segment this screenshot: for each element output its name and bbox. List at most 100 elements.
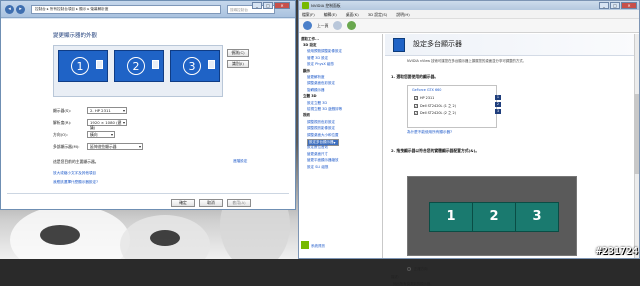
- cancel-button[interactable]: 取消: [199, 199, 223, 207]
- description-label: 描述:: [391, 275, 399, 279]
- tree-item[interactable]: 調整視訊色彩設定: [307, 120, 335, 125]
- checkbox[interactable]: ✓: [414, 96, 418, 100]
- tree-item[interactable]: 設定立體 3D: [307, 101, 327, 106]
- tree-item[interactable]: 變更桌面尺寸: [307, 152, 328, 157]
- wallpaper-shape: [150, 230, 180, 246]
- nvidia-logo-icon: [302, 2, 309, 9]
- tree-item[interactable]: 設定數位音效: [307, 145, 328, 150]
- tree-item[interactable]: 旋轉顯示器: [307, 88, 325, 93]
- text-size-link[interactable]: 放大或縮小文字及其他項目: [53, 171, 96, 176]
- monitor-number: 2: [127, 57, 145, 75]
- display-arrangement-area[interactable]: 1 2 3: [407, 176, 577, 256]
- display-label: 顯示器(S):: [53, 107, 72, 113]
- tree-item[interactable]: 變更解析度: [307, 75, 325, 80]
- window-controls: _ □ ✕: [599, 2, 637, 9]
- resolution-select[interactable]: 1920 × 1080 (建議): [87, 119, 127, 130]
- screen-resolution-window: ◂ ▸ 控制台 ▸ 所有控制台項目 ▸ 顯示 ▸ 螢幕解析度 搜尋控制台 _ □…: [0, 0, 296, 210]
- orientation-select[interactable]: 橫向: [87, 131, 115, 138]
- back-label[interactable]: 上一頁: [317, 23, 328, 29]
- display-item[interactable]: ✓ HP 2311: [414, 96, 434, 100]
- detect-button[interactable]: 偵測(C): [227, 49, 249, 57]
- radio-dot[interactable]: [407, 266, 411, 271]
- monitor-thumb-icon: [208, 60, 215, 69]
- task-tree: 選取工作... 3D 設定 使用預覽調整影像設定 管理 3D 設定 設定 PhysX …: [299, 34, 383, 258]
- menu-edit[interactable]: 編輯(E): [324, 10, 337, 18]
- system-info-icon: [301, 241, 309, 249]
- orientation-row: 方向(O): 橫向: [53, 131, 115, 138]
- multi-display-row: 多部顯示器(M): 延伸這些顯示器: [53, 143, 143, 150]
- scrollbar[interactable]: [634, 34, 639, 258]
- display-tile-2[interactable]: 2: [472, 202, 516, 232]
- tree-category[interactable]: 顯示: [303, 69, 310, 74]
- display-select[interactable]: 2. HP 2311: [87, 107, 127, 114]
- orientation-radio[interactable]: 正確方向: [407, 266, 428, 271]
- tree-item[interactable]: 調整桌面色彩設定: [307, 81, 335, 86]
- apply-button[interactable]: 套用(A): [227, 199, 251, 207]
- tree-item[interactable]: 檢視立體 3D 遊戲評等: [307, 107, 342, 112]
- monitor-number: 3: [183, 57, 201, 75]
- page-title: 設定多台顯示器: [413, 40, 462, 48]
- display-item[interactable]: ✓ Dell ST2420L (1 之 2): [414, 103, 456, 108]
- tree-category[interactable]: 立體 3D: [303, 94, 317, 99]
- tree-item[interactable]: 調整桌面大小和位置: [307, 133, 339, 138]
- system-info-link[interactable]: 系統資訊: [311, 244, 325, 249]
- tree-item[interactable]: 設定 SLI 組態: [307, 165, 328, 170]
- page-description: NVIDIA nView 技術可讓您在多台顯示器上擴展您的桌面並分享可調整的方式…: [407, 59, 527, 63]
- monitor-2[interactable]: 2: [114, 50, 164, 82]
- display-tile-1[interactable]: 1: [429, 202, 473, 232]
- menu-file[interactable]: 檔案(F): [302, 10, 315, 18]
- choose-settings-link[interactable]: 我應該選擇什麼顯示器設定?: [53, 180, 98, 185]
- display-item[interactable]: ✓ Dell ST2420L (2 之 2): [414, 110, 456, 115]
- maximize-button[interactable]: □: [263, 2, 273, 9]
- multi-display-select[interactable]: 延伸這些顯示器: [87, 143, 143, 150]
- menu-desktop[interactable]: 桌面(K): [346, 10, 359, 18]
- page-banner: 設定多台顯示器: [385, 34, 639, 56]
- monitor-thumb-icon: [96, 60, 103, 69]
- window-title: NVIDIA 控制面板: [311, 3, 341, 8]
- checkbox[interactable]: ✓: [414, 103, 418, 108]
- advanced-settings-link[interactable]: 進階設定: [233, 159, 247, 164]
- minimize-button[interactable]: _: [599, 2, 609, 9]
- tree-item[interactable]: 變更平面顯示器縮放: [307, 158, 339, 163]
- tree-category[interactable]: 視訊: [303, 113, 310, 118]
- gpu-name: GeForce GTX 660: [412, 88, 442, 92]
- menu-help[interactable]: 說明(H): [396, 10, 409, 18]
- checkbox[interactable]: ✓: [414, 110, 418, 115]
- step-2-label: 2. 拖曳顯示器以符合您的實體顯示器配置方式(&)。: [391, 148, 480, 153]
- monitor-1[interactable]: 1: [58, 50, 108, 82]
- multi-display-label: 多部顯示器(M):: [53, 143, 80, 149]
- back-icon[interactable]: [303, 21, 312, 30]
- minimize-button[interactable]: _: [252, 2, 262, 9]
- wallpaper-shape: [40, 225, 80, 245]
- tree-item[interactable]: 調整視訊影像設定: [307, 126, 335, 131]
- tree-header: 選取工作...: [301, 37, 319, 41]
- why-link[interactable]: 為什麼不能使用所有顯示器?: [407, 130, 452, 135]
- home-icon[interactable]: [347, 21, 357, 30]
- monitor-3[interactable]: 3: [170, 50, 220, 82]
- title-bar: NVIDIA 控制面板 _ □ ✕: [299, 1, 639, 10]
- close-button[interactable]: ✕: [621, 2, 637, 9]
- address-toolbar: ◂ ▸ 控制台 ▸ 所有控制台項目 ▸ 顯示 ▸ 螢幕解析度 搜尋控制台 _ □…: [1, 1, 295, 18]
- identify-button[interactable]: 識別(I): [227, 60, 249, 68]
- monitor-thumb-icon: [152, 60, 159, 69]
- forward-icon[interactable]: [333, 21, 343, 30]
- resolution-row: 解析度(R): 1920 × 1080 (建議): [53, 119, 127, 130]
- window-controls: _ □ ✕: [252, 2, 290, 9]
- resolution-label: 解析度(R):: [53, 119, 72, 125]
- ok-button[interactable]: 確定: [171, 199, 195, 207]
- page-title: 變更顯示器的外觀: [53, 33, 98, 39]
- tree-category[interactable]: 3D 設定: [303, 43, 317, 48]
- display-tile-3[interactable]: 3: [515, 202, 559, 232]
- forward-icon[interactable]: ▸: [16, 4, 25, 14]
- scrollbar-thumb[interactable]: [634, 94, 639, 174]
- display-number-badge: 2: [495, 102, 501, 107]
- tree-item[interactable]: 使用預覽調整影像設定: [307, 49, 342, 54]
- breadcrumb[interactable]: 控制台 ▸ 所有控制台項目 ▸ 顯示 ▸ 螢幕解析度: [31, 4, 221, 14]
- close-button[interactable]: ✕: [274, 2, 290, 9]
- tree-item[interactable]: 設定 PhysX 組態: [307, 62, 334, 67]
- tree-item[interactable]: 管理 3D 設定: [307, 56, 328, 61]
- back-icon[interactable]: ◂: [5, 4, 14, 14]
- maximize-button[interactable]: □: [610, 2, 620, 9]
- menu-3d-settings[interactable]: 3D 設定(S): [368, 10, 388, 18]
- display-number-badge: 1: [495, 95, 501, 100]
